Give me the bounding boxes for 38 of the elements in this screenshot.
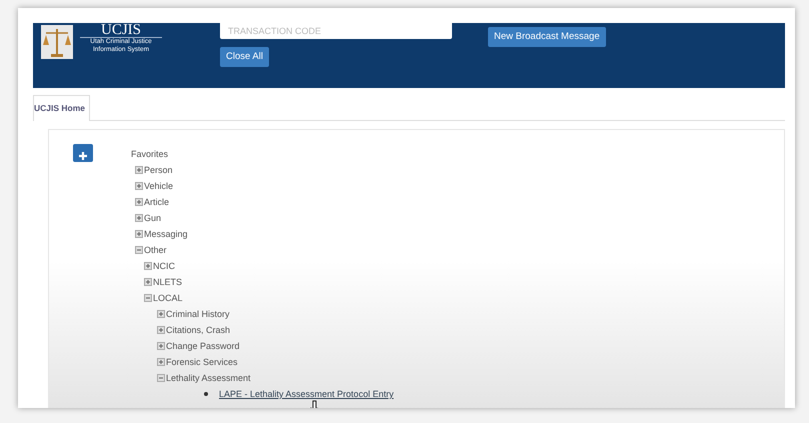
expand-icon[interactable] [144,278,152,286]
add-button[interactable] [73,144,93,162]
tree-item[interactable]: LOCAL [153,290,183,306]
scales-of-justice-logo-icon [40,23,74,61]
tree-heading: Favorites [131,148,168,161]
expand-icon[interactable] [135,214,143,222]
tree-item[interactable]: Other [144,242,167,258]
tree-item[interactable]: Gun [144,210,162,226]
transaction-code-field[interactable]: TRANSACTION CODE [220,23,452,39]
collapse-icon[interactable] [135,246,143,254]
system-name: UCJIS [80,23,162,38]
tree-item[interactable]: Messaging [144,226,188,242]
tree-item[interactable]: NCIC [153,258,175,274]
tree-item[interactable]: Forensic Services [166,354,238,370]
close-all-button[interactable]: Close All [220,47,269,68]
collapse-icon[interactable] [144,294,152,302]
tree-item[interactable]: NLETS [153,274,182,290]
tree-link[interactable]: LAPE - Lethality Assessment Protocol Entry [219,386,394,402]
expand-icon[interactable] [157,310,165,318]
tree-item[interactable]: Criminal History [166,306,230,322]
expand-icon[interactable] [135,198,143,206]
bullet-icon [204,392,208,396]
tree-item[interactable]: Person [144,162,173,178]
new-broadcast-message-button[interactable]: New Broadcast Message [488,27,606,48]
tree-item[interactable]: Change Password [166,338,240,354]
tree-item[interactable]: Lethality Assessment [166,370,251,386]
collapse-icon[interactable] [157,374,165,382]
expand-icon[interactable] [135,230,143,238]
expand-icon[interactable] [135,166,143,174]
tree-item[interactable]: Citations, Crash [166,322,230,338]
tree-item[interactable]: Vehicle [144,178,174,194]
tab[interactable]: UCJIS Home [33,95,90,121]
tree-item[interactable]: Article [144,194,170,210]
expand-icon[interactable] [157,358,165,366]
expand-icon[interactable] [157,326,165,334]
expand-icon[interactable] [144,262,152,270]
expand-icon[interactable] [135,182,143,190]
expand-icon[interactable] [157,342,165,350]
